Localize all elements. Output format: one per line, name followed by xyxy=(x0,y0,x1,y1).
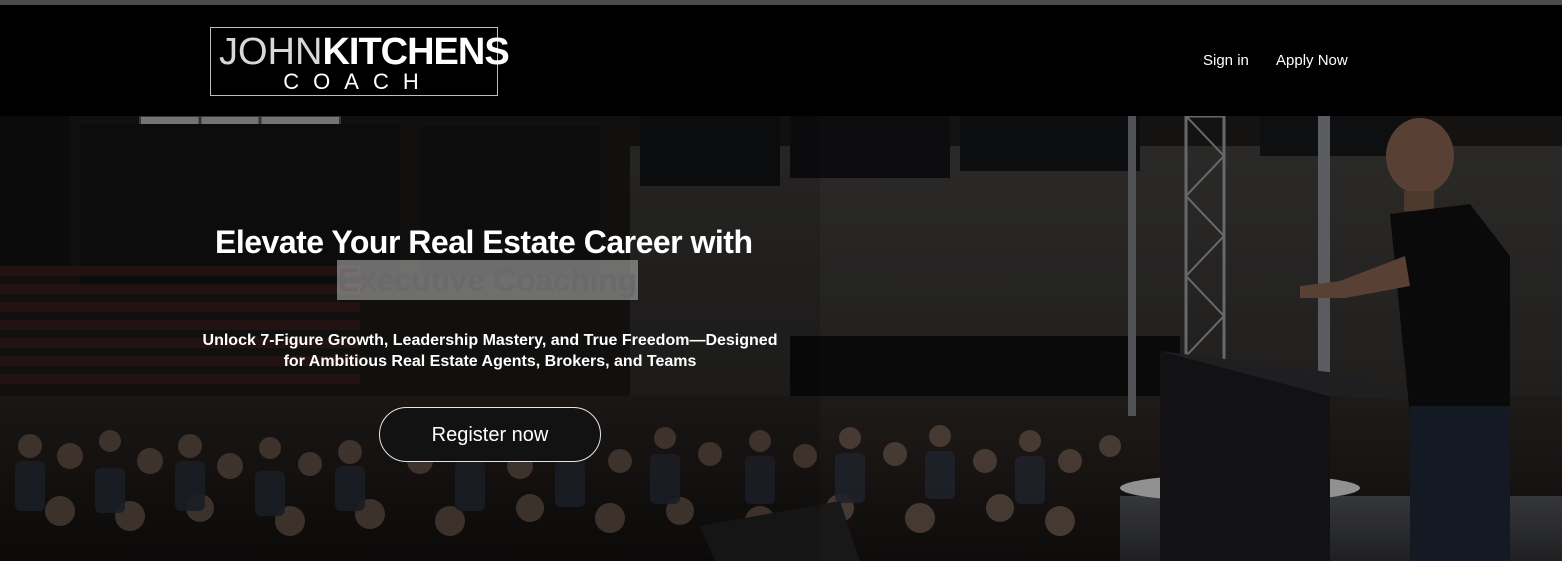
hero-title-highlight: Executive Coaching xyxy=(337,260,638,300)
logo-subtitle: COACH xyxy=(283,69,433,94)
register-now-button[interactable]: Register now xyxy=(379,407,601,462)
hero-subtitle: Unlock 7-Figure Growth, Leadership Maste… xyxy=(190,330,790,372)
nav-apply-link[interactable]: Apply Now xyxy=(1276,52,1348,69)
hero-title: Elevate Your Real Estate Career with xyxy=(215,224,753,260)
logo-last-name: KITCHENS xyxy=(322,31,509,73)
logo-wordmark: JOHNKITCHENS xyxy=(219,31,510,73)
hero-subtitle-line-2: for Ambitious Real Estate Agents, Broker… xyxy=(283,353,697,370)
hero-section: Elevate Your Real Estate Career with Exe… xyxy=(0,116,1562,561)
nav-signin-link[interactable]: Sign in xyxy=(1203,52,1249,69)
site-header: JOHNKITCHENS COACH Sign in Apply Now xyxy=(0,5,1562,116)
logo-first-name: JOHN xyxy=(219,31,323,73)
logo[interactable]: JOHNKITCHENS COACH xyxy=(210,27,510,96)
hero-subtitle-line-1: Unlock 7-Figure Growth, Leadership Maste… xyxy=(202,332,778,349)
